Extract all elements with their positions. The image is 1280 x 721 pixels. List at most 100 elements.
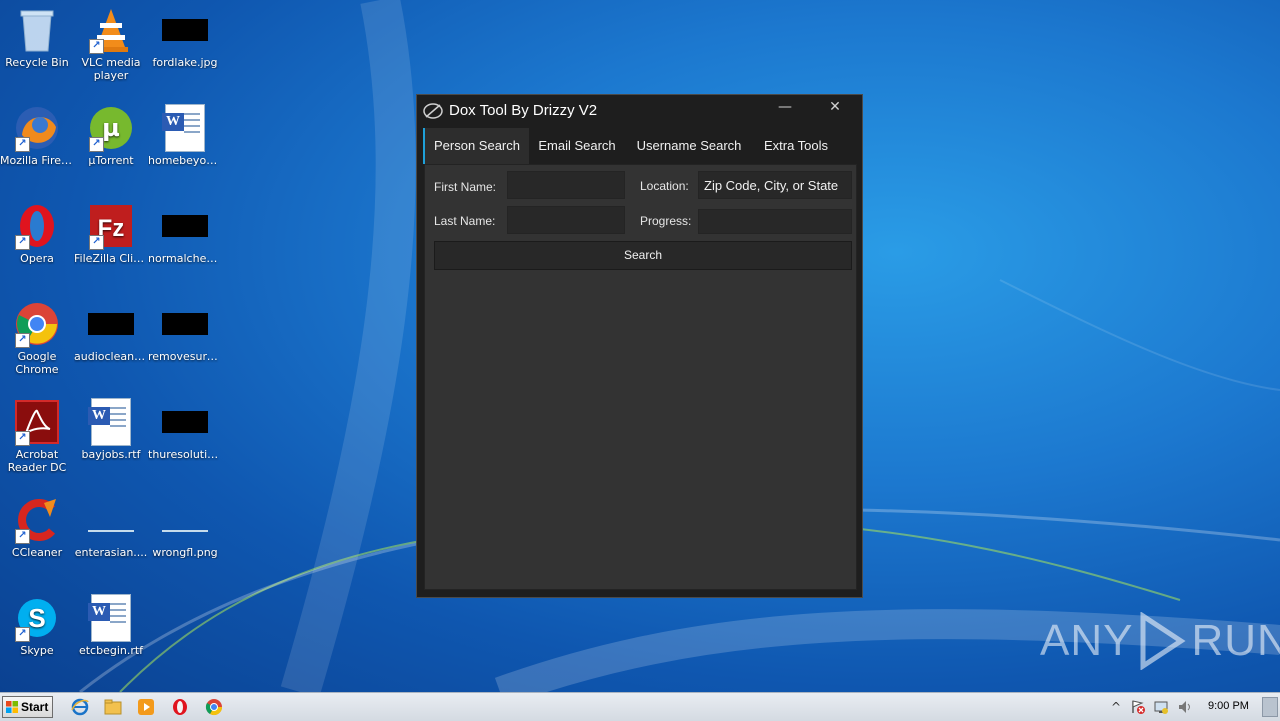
desktop-icon-label: Acrobat Reader DC — [7, 448, 67, 474]
last-name-field[interactable] — [507, 206, 625, 234]
desktop-icon-removesure[interactable]: removesure... — [148, 300, 222, 363]
desktop-icon-fordlake[interactable]: fordlake.jpg — [148, 6, 222, 69]
app-logo-icon — [423, 103, 443, 119]
shortcut-arrow-icon: ↗ — [15, 529, 30, 544]
shortcut-arrow-icon: ↗ — [89, 137, 104, 152]
desktop-icon-vlc[interactable]: ↗ VLC media player — [74, 6, 148, 82]
desktop-icon-etcbegin[interactable]: W etcbegin.rtf — [74, 594, 148, 657]
image-thumbnail-icon — [161, 398, 209, 446]
window-title: Dox Tool By Drizzy V2 — [449, 102, 598, 119]
location-field[interactable] — [698, 171, 852, 199]
desktop-icon-normalcheck[interactable]: normalchec... — [148, 202, 222, 265]
desktop-icon-label: enterasian.... — [74, 546, 148, 559]
shortcut-arrow-icon: ↗ — [89, 39, 104, 54]
chrome-icon[interactable] — [205, 698, 223, 716]
vlc-cone-icon: ↗ — [87, 6, 135, 54]
first-name-field[interactable] — [507, 171, 625, 199]
image-thumbnail-icon — [161, 300, 209, 348]
taskbar-clock[interactable]: 9:00 PM — [1208, 700, 1249, 712]
minimize-button[interactable]: — — [773, 97, 797, 119]
opera-icon[interactable] — [171, 698, 189, 716]
shortcut-arrow-icon: ↗ — [15, 235, 30, 250]
image-thumbnail-icon — [161, 202, 209, 250]
word-document-icon: W — [161, 104, 209, 152]
file-explorer-icon[interactable] — [104, 698, 122, 716]
desktop-icon-filezilla[interactable]: Fz ↗ FileZilla Client — [74, 202, 148, 265]
desktop-icon-label: audioclean.jpg — [74, 350, 148, 363]
start-label: Start — [21, 700, 49, 714]
taskbar: Start ^ 9:00 PM — [0, 692, 1280, 721]
desktop-icon-label: wrongfl.png — [152, 546, 218, 559]
shortcut-arrow-icon: ↗ — [15, 137, 30, 152]
desktop-icon-label: removesure... — [148, 350, 222, 363]
desktop-icon-label: Recycle Bin — [5, 56, 69, 69]
network-icon[interactable] — [1153, 699, 1169, 715]
desktop-icon-utorrent[interactable]: µ ↗ µTorrent — [74, 104, 148, 167]
desktop-icon-label: normalchec... — [148, 252, 222, 265]
word-document-icon: W — [87, 398, 135, 446]
desktop-icon-label: Mozilla Firefox — [0, 154, 74, 167]
image-thumbnail-icon — [87, 300, 135, 348]
desktop-icon-label: fordlake.jpg — [152, 56, 218, 69]
location-label: Location: — [640, 179, 689, 193]
acrobat-icon: ↗ — [13, 398, 61, 446]
desktop-icon-label: bayjobs.rtf — [81, 448, 141, 461]
desktop-icon-firefox[interactable]: ↗ Mozilla Firefox — [0, 104, 74, 167]
close-button[interactable]: ✕ — [823, 97, 847, 119]
shortcut-arrow-icon: ↗ — [15, 627, 30, 642]
word-document-icon: W — [87, 594, 135, 642]
show-hidden-icons-chevron-icon[interactable]: ^ — [1108, 699, 1124, 715]
last-name-label: Last Name: — [434, 214, 496, 228]
tab-extra-tools[interactable]: Extra Tools — [753, 128, 839, 164]
desktop-icon-label: FileZilla Client — [74, 252, 148, 265]
desktop-icon-thuresolution[interactable]: thuresolutio... — [148, 398, 222, 461]
tab-person-search[interactable]: Person Search — [423, 128, 529, 164]
svg-text:S: S — [28, 603, 45, 633]
internet-explorer-icon[interactable] — [71, 698, 89, 716]
windows-flag-icon — [6, 701, 18, 713]
desktop-icon-ccleaner[interactable]: ↗ CCleaner — [0, 496, 74, 559]
svg-text:µ: µ — [102, 114, 120, 142]
desktop-icon-recycle-bin[interactable]: Recycle Bin — [0, 6, 74, 69]
desktop-icon-enterasian[interactable]: enterasian.... — [74, 496, 148, 559]
filezilla-icon: Fz ↗ — [87, 202, 135, 250]
show-desktop-button[interactable] — [1262, 697, 1278, 717]
desktop-icon-label: Opera — [20, 252, 54, 265]
media-player-icon[interactable] — [137, 698, 155, 716]
tab-strip: Person Search Email Search Username Sear… — [423, 128, 859, 164]
desktop-icon-label: etcbegin.rtf — [78, 644, 144, 657]
desktop-icon-label: VLC media player — [81, 56, 141, 82]
ccleaner-icon: ↗ — [13, 496, 61, 544]
desktop-icon-label: homebeyon... — [148, 154, 222, 167]
tab-username-search[interactable]: Username Search — [627, 128, 751, 164]
utorrent-icon: µ ↗ — [87, 104, 135, 152]
dox-tool-window: Dox Tool By Drizzy V2 — ✕ Person Search … — [416, 94, 863, 598]
progress-field[interactable] — [698, 209, 852, 234]
tab-email-search[interactable]: Email Search — [529, 128, 625, 164]
play-logo-icon — [1140, 612, 1187, 670]
recycle-bin-icon — [13, 6, 61, 54]
watermark-right-text: RUN — [1191, 616, 1280, 665]
start-button[interactable]: Start — [2, 696, 53, 718]
desktop-icon-audioclean[interactable]: audioclean.jpg — [74, 300, 148, 363]
desktop-icon-wrongfl[interactable]: wrongfl.png — [148, 496, 222, 559]
desktop-icon-label: µTorrent — [88, 154, 134, 167]
desktop-icon-skype[interactable]: S ↗ Skype — [0, 594, 74, 657]
search-button[interactable]: Search — [434, 241, 852, 270]
desktop-icon-homebeyond[interactable]: W homebeyon... — [148, 104, 222, 167]
action-center-flag-icon[interactable] — [1130, 699, 1146, 715]
opera-icon: ↗ — [13, 202, 61, 250]
first-name-label: First Name: — [434, 180, 497, 194]
volume-icon[interactable] — [1177, 699, 1193, 715]
desktop-icon-chrome[interactable]: ↗ Google Chrome — [0, 300, 74, 376]
maximize-button[interactable] — [799, 97, 823, 119]
desktop-icon-label: Google Chrome — [15, 350, 59, 376]
person-search-panel: First Name: Location: Last Name: Progres… — [424, 164, 857, 590]
desktop-icon-bayjobs[interactable]: W bayjobs.rtf — [74, 398, 148, 461]
title-bar[interactable]: Dox Tool By Drizzy V2 — ✕ — [417, 95, 862, 128]
shortcut-arrow-icon: ↗ — [15, 333, 30, 348]
watermark-left-text: ANY — [1040, 616, 1134, 665]
desktop-icon-opera[interactable]: ↗ Opera — [0, 202, 74, 265]
desktop-icon-acrobat[interactable]: ↗ Acrobat Reader DC — [0, 398, 74, 474]
image-thumbnail-icon — [87, 496, 135, 544]
